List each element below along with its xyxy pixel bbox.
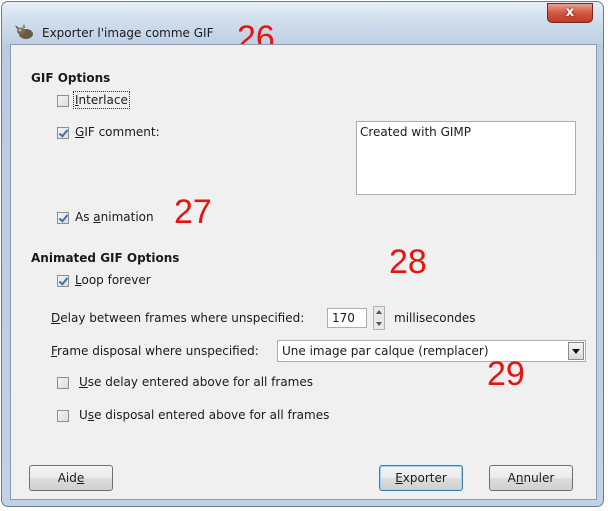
delay-input[interactable]: 170 (327, 308, 367, 328)
spin-down-icon[interactable] (376, 322, 382, 326)
annotation-29: 29 (487, 355, 525, 393)
loop-forever-checkbox[interactable] (57, 275, 69, 287)
gif-comment-checkbox[interactable] (57, 127, 69, 139)
gimp-wilber-icon (15, 24, 33, 39)
close-button[interactable]: x (547, 3, 593, 23)
gif-comment-textarea[interactable]: Created with GIMP (356, 121, 576, 195)
use-delay-checkbox[interactable] (57, 377, 69, 389)
animated-gif-options-title: Animated GIF Options (31, 251, 180, 265)
help-button[interactable]: Aide (29, 465, 113, 491)
frame-disposal-value: Une image par calque (remplacer) (282, 344, 489, 358)
chevron-down-icon[interactable] (568, 342, 584, 360)
interlace-checkbox[interactable] (57, 95, 69, 107)
interlace-label[interactable]: Interlace (73, 91, 130, 109)
as-animation-label[interactable]: As animation (75, 210, 154, 224)
annotation-28: 28 (389, 243, 427, 281)
delay-label: Delay between frames where unspecified: (51, 311, 305, 325)
use-disposal-label[interactable]: Use disposal entered above for all frame… (79, 408, 329, 422)
export-button[interactable]: Exporter (379, 465, 463, 491)
disposal-label: Frame disposal where unspecified: (51, 344, 259, 358)
dialog-content: GIF Options Interlace GIF comment: Creat… (10, 44, 597, 500)
as-animation-checkbox[interactable] (57, 212, 69, 224)
cancel-button[interactable]: Annuler (489, 465, 573, 491)
frame-disposal-select[interactable]: Une image par calque (remplacer) (277, 340, 586, 362)
gif-comment-text: Created with GIMP (360, 125, 472, 139)
gif-comment-label[interactable]: GIF comment: (75, 125, 160, 139)
delay-spinner[interactable] (373, 306, 385, 330)
close-icon: x (565, 5, 575, 20)
use-disposal-checkbox[interactable] (57, 410, 69, 422)
window-title: Exporter l'image comme GIF (42, 26, 214, 40)
title-bar[interactable]: Exporter l'image comme GIF x (2, 2, 603, 44)
use-delay-label[interactable]: Use delay entered above for all frames (79, 375, 313, 389)
annotation-27: 27 (174, 193, 212, 231)
gif-options-title: GIF Options (31, 71, 111, 85)
spin-up-icon[interactable] (376, 310, 382, 314)
delay-unit-label: millisecondes (394, 311, 476, 325)
loop-forever-label[interactable]: Loop forever (75, 273, 151, 287)
export-gif-dialog: Exporter l'image comme GIF x 26 GIF Opti… (1, 1, 604, 507)
